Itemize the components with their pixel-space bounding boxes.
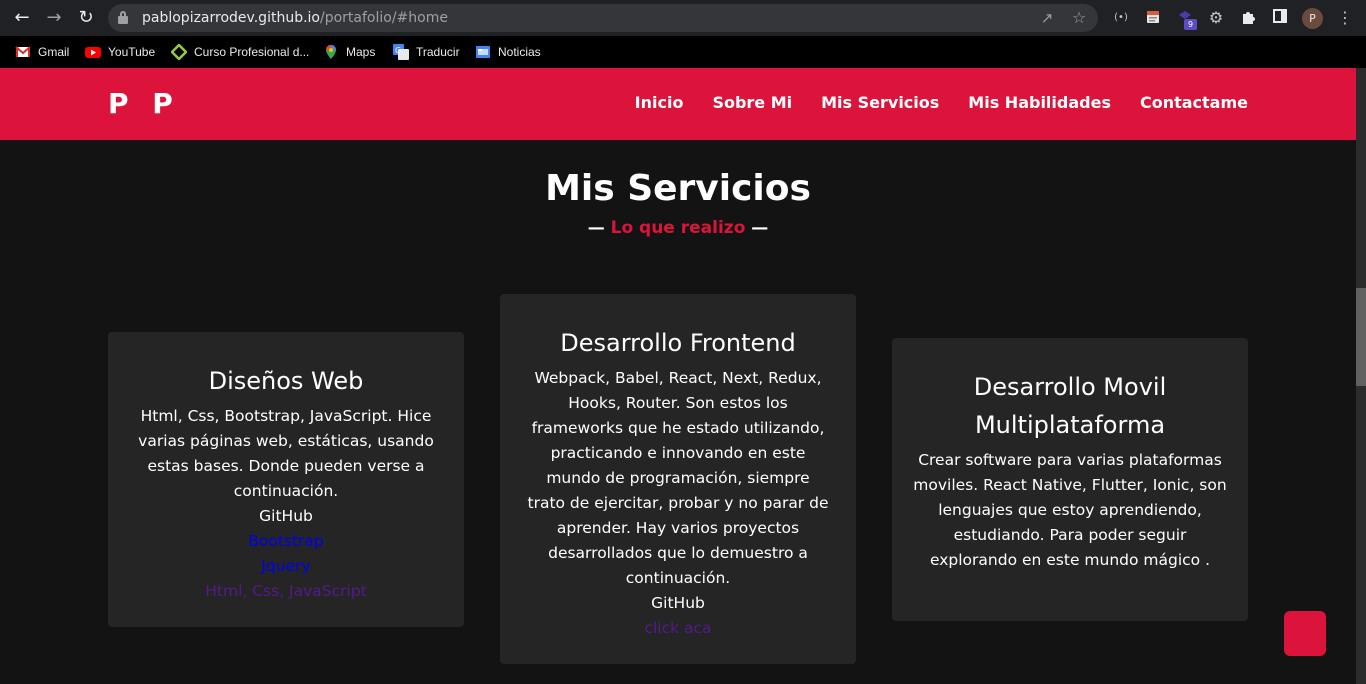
forward-icon[interactable]: → <box>42 6 66 30</box>
side-panel-icon[interactable] <box>1271 9 1289 27</box>
translate-icon: G <box>393 44 409 60</box>
address-bar[interactable]: pablopizarrodev.github.io/portafolio/#ho… <box>108 4 1098 32</box>
subtitle-text: Lo que realizo <box>610 218 746 238</box>
notes-extension-icon[interactable] <box>1144 9 1162 27</box>
menu-kebab-icon[interactable]: ⋮ <box>1336 9 1354 27</box>
course-icon <box>170 43 188 61</box>
service-card-mobile: Desarrollo Movil Multiplataforma Crear s… <box>892 338 1248 621</box>
card-description: Html, Css, Bootstrap, JavaScript. Hice v… <box>138 407 434 500</box>
card-github-label: GitHub <box>651 594 705 612</box>
link-bootstrap[interactable]: Bootstrap <box>130 529 442 554</box>
bookmark-news[interactable]: Noticias <box>475 43 541 61</box>
extension-icon[interactable]: (•) <box>1112 9 1130 27</box>
scroll-to-top-button[interactable] <box>1284 611 1326 656</box>
page-scrollbar-thumb[interactable] <box>1356 288 1366 386</box>
link-click-aca[interactable]: click aca <box>526 616 830 641</box>
gmail-icon <box>15 44 31 60</box>
card-title: Desarrollo Frontend <box>560 329 796 357</box>
browser-toolbar: ← → ↻ pablopizarrodev.github.io/portafol… <box>0 0 1366 36</box>
lock-icon <box>118 11 128 24</box>
nav-link-sobre-mi[interactable]: Sobre Mi <box>712 93 792 112</box>
link-jquery[interactable]: Jquery <box>130 554 442 579</box>
bookmark-gmail[interactable]: Gmail <box>15 43 69 61</box>
main-nav: Inicio Sobre Mi Mis Servicios Mis Habili… <box>635 93 1248 112</box>
profile-avatar[interactable]: P <box>1302 8 1323 29</box>
site-logo[interactable]: P P <box>108 87 173 120</box>
settings-gear-icon[interactable]: ⚙ <box>1207 9 1225 27</box>
nav-link-inicio[interactable]: Inicio <box>635 93 684 112</box>
service-card-frontend: Desarrollo Frontend Webpack, Babel, Reac… <box>500 294 856 664</box>
share-icon[interactable]: ↗ <box>1038 9 1056 27</box>
nav-link-mis-servicios[interactable]: Mis Servicios <box>821 93 939 112</box>
subtitle-dash-left: — <box>587 218 605 238</box>
service-card-web-design: Diseños Web Html, Css, Bootstrap, JavaSc… <box>108 332 464 627</box>
news-icon <box>475 44 491 60</box>
maps-icon <box>323 44 339 60</box>
bookmarks-bar: Gmail YouTube Curso Profesional d... Map… <box>0 36 1366 68</box>
bookmark-star-icon[interactable]: ☆ <box>1070 9 1088 27</box>
nav-link-contactame[interactable]: Contactame <box>1140 93 1248 112</box>
tab-extension-icon[interactable]: 9 <box>1176 9 1197 30</box>
section-subtitle: — Lo que realizo — <box>0 218 1356 238</box>
url-text: pablopizarrodev.github.io/portafolio/#ho… <box>142 10 448 26</box>
subtitle-dash-right: — <box>751 218 769 238</box>
bookmark-youtube[interactable]: YouTube <box>85 43 155 61</box>
site-header: P P Inicio Sobre Mi Mis Servicios Mis Ha… <box>0 68 1356 140</box>
extension-badge: 9 <box>1184 19 1197 30</box>
bookmark-maps[interactable]: Maps <box>323 43 375 61</box>
card-github-label: GitHub <box>259 507 313 525</box>
youtube-icon <box>85 44 101 60</box>
card-description: Crear software para varias plataformas m… <box>913 451 1227 569</box>
card-title: Diseños Web <box>208 367 364 395</box>
bookmark-course[interactable]: Curso Profesional d... <box>170 43 309 61</box>
svg-text:G: G <box>395 46 401 55</box>
card-title: Desarrollo Movil Multiplataforma <box>973 373 1167 439</box>
link-html-css-js[interactable]: Html, Css, JavaScript <box>130 579 442 604</box>
extensions-puzzle-icon[interactable] <box>1239 9 1257 27</box>
back-icon[interactable]: ← <box>10 6 34 30</box>
nav-link-mis-habilidades[interactable]: Mis Habilidades <box>968 93 1111 112</box>
reload-icon[interactable]: ↻ <box>74 6 98 30</box>
section-title: Mis Servicios <box>545 168 811 209</box>
bookmark-translate[interactable]: G Traducir <box>393 43 460 61</box>
card-description: Webpack, Babel, React, Next, Redux, Hook… <box>527 369 829 587</box>
